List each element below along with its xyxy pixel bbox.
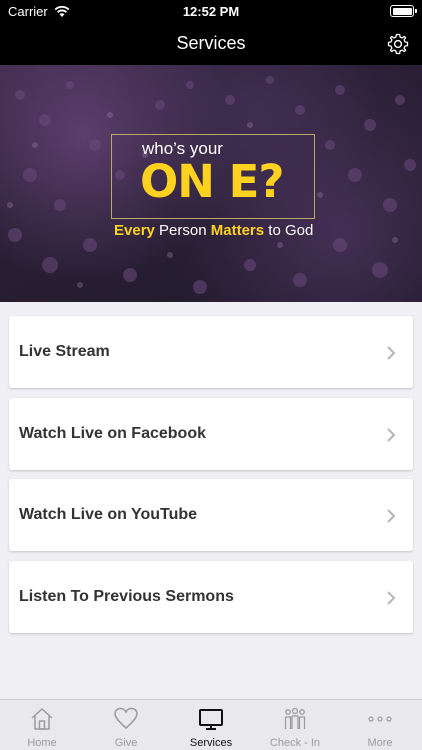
list-item-label: Watch Live on Facebook <box>19 425 206 442</box>
more-dots-icon <box>368 716 392 722</box>
logo-subtitle-god: to God <box>264 222 314 239</box>
list-item-label: Watch Live on YouTube <box>19 506 198 523</box>
status-bar: Carrier 12:52 PM <box>0 0 422 22</box>
chevron-right-icon <box>387 428 396 442</box>
list-item-watch-youtube[interactable]: Watch Live on YouTube <box>9 479 413 551</box>
tab-home[interactable]: Home <box>0 700 84 750</box>
tab-services[interactable]: Services <box>169 700 253 750</box>
tab-label: More <box>367 737 393 749</box>
tab-more[interactable]: More <box>338 700 422 750</box>
heart-icon <box>114 707 138 729</box>
tab-label: Home <box>27 737 57 749</box>
header: Carrier 12:52 PM Services <box>0 0 422 65</box>
service-banner-image: who’s your ON E? Every Person Matters to… <box>0 65 422 302</box>
chevron-right-icon <box>387 509 396 523</box>
chevron-right-icon <box>387 346 396 360</box>
logo-title: ON E? <box>140 155 284 208</box>
list-item-previous-sermons[interactable]: Listen To Previous Sermons <box>9 561 413 633</box>
nav-bar: Services <box>0 22 422 65</box>
tab-label: Give <box>114 737 138 749</box>
battery-icon <box>390 5 417 17</box>
status-time: 12:52 PM <box>182 4 240 19</box>
logo-subtitle-person: Person <box>154 222 211 239</box>
tab-check-in[interactable]: Check - In <box>253 700 337 750</box>
tab-give[interactable]: Give <box>84 700 168 750</box>
logo-subtitle-matters: Matters <box>210 222 265 239</box>
chevron-right-icon <box>387 591 396 605</box>
logo-subtitle-every: Every <box>114 222 155 239</box>
list-item-live-stream[interactable]: Live Stream <box>9 316 413 388</box>
people-icon <box>284 707 306 729</box>
tab-label: Check - In <box>269 737 321 749</box>
tv-icon <box>199 709 223 730</box>
home-icon <box>31 707 53 730</box>
page-title: Services <box>176 33 246 53</box>
settings-gear-icon[interactable] <box>386 32 410 56</box>
tab-bar: Home Give Services Check - In More <box>0 699 422 750</box>
list-item-label: Live Stream <box>19 343 110 360</box>
services-screen: Carrier 12:52 PM Services who’s your ON … <box>0 0 422 750</box>
tab-label: Services <box>189 737 233 749</box>
list-item-label: Listen To Previous Sermons <box>19 588 234 605</box>
list-item-watch-facebook[interactable]: Watch Live on Facebook <box>9 398 413 470</box>
logo-subtitle: Every Person Matters to God <box>114 222 313 239</box>
